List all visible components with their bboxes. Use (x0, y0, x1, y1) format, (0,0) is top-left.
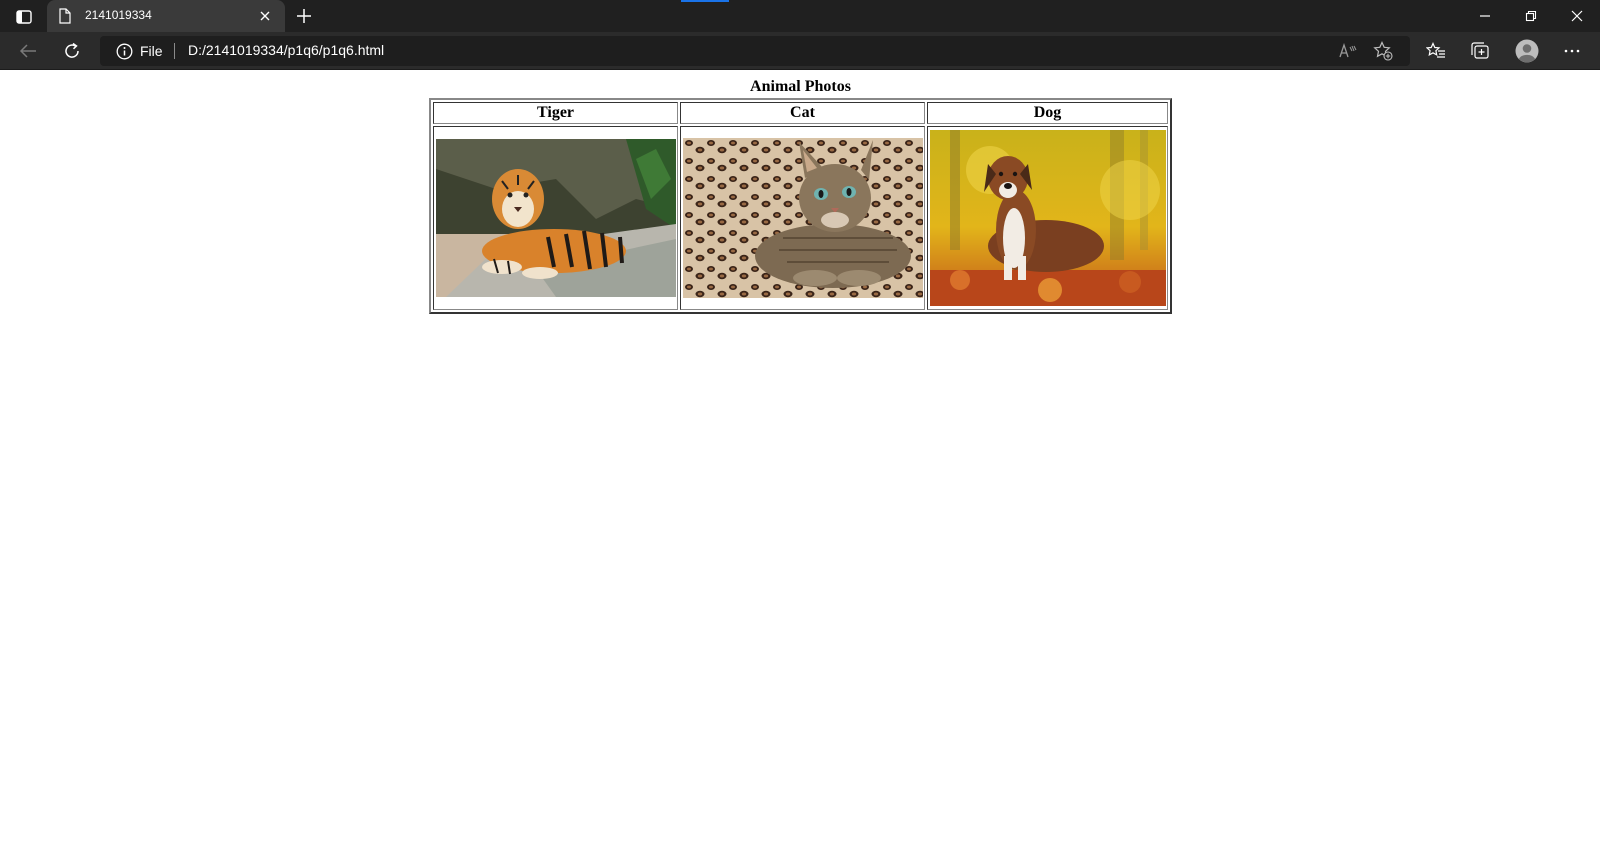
read-aloud-button[interactable] (1337, 41, 1359, 61)
tab-title: 2141019334 (85, 8, 152, 22)
tiger-photo (435, 139, 676, 297)
minimize-button[interactable] (1462, 0, 1508, 32)
close-icon (1571, 10, 1583, 22)
animal-photos-table: Tiger Cat Dog (429, 98, 1172, 314)
read-aloud-icon (1339, 43, 1357, 58)
profile-button[interactable] (1512, 37, 1542, 65)
column-header-cat: Cat (680, 102, 925, 124)
reload-icon (65, 42, 79, 58)
collections-button[interactable] (1465, 37, 1495, 65)
column-header-tiger: Tiger (433, 102, 678, 124)
cat-photo (682, 138, 923, 298)
tab-actions-button[interactable] (10, 6, 38, 28)
column-header-dog: Dog (927, 102, 1168, 124)
collections-icon (1471, 42, 1489, 59)
tiger-cell (433, 126, 678, 310)
minimize-icon (1480, 15, 1490, 17)
back-button[interactable] (13, 37, 43, 65)
table-header-row: Tiger Cat Dog (433, 102, 1168, 124)
title-bar: 2141019334 (0, 0, 1600, 32)
favorites-button[interactable] (1421, 37, 1451, 65)
more-button[interactable] (1557, 37, 1587, 65)
browser-tab[interactable]: 2141019334 (47, 0, 285, 32)
info-icon (116, 43, 133, 59)
back-arrow-icon (19, 44, 36, 58)
star-plus-icon (1373, 41, 1393, 61)
dog-cell (927, 126, 1168, 310)
more-icon (1564, 49, 1580, 53)
table-caption: Animal Photos (750, 78, 851, 95)
tab-actions-icon (16, 10, 32, 24)
address-divider (174, 43, 175, 59)
cat-cell (680, 126, 925, 310)
new-tab-button[interactable] (292, 4, 316, 28)
drag-indicator (681, 0, 729, 2)
plus-icon (297, 9, 311, 23)
add-favorite-button[interactable] (1372, 41, 1394, 61)
browser-toolbar: File D:/2141019334/p1q6/p1q6.html (0, 32, 1600, 70)
close-icon (260, 11, 270, 21)
restore-icon (1525, 10, 1537, 22)
page-content: Animal Photos Tiger Cat Dog (0, 71, 1600, 860)
close-window-button[interactable] (1554, 0, 1600, 32)
address-bar[interactable]: File D:/2141019334/p1q6/p1q6.html (100, 36, 1410, 66)
profile-icon (1515, 39, 1539, 63)
reload-button[interactable] (57, 37, 87, 65)
site-info-button[interactable]: File (116, 42, 163, 60)
table-photo-row (433, 126, 1168, 310)
dog-photo (929, 130, 1166, 306)
page-icon (59, 8, 71, 24)
favorites-icon (1426, 42, 1445, 58)
url-text[interactable]: D:/2141019334/p1q6/p1q6.html (188, 42, 384, 58)
site-info-label: File (140, 43, 163, 59)
restore-button[interactable] (1508, 0, 1554, 32)
close-tab-button[interactable] (255, 6, 275, 26)
